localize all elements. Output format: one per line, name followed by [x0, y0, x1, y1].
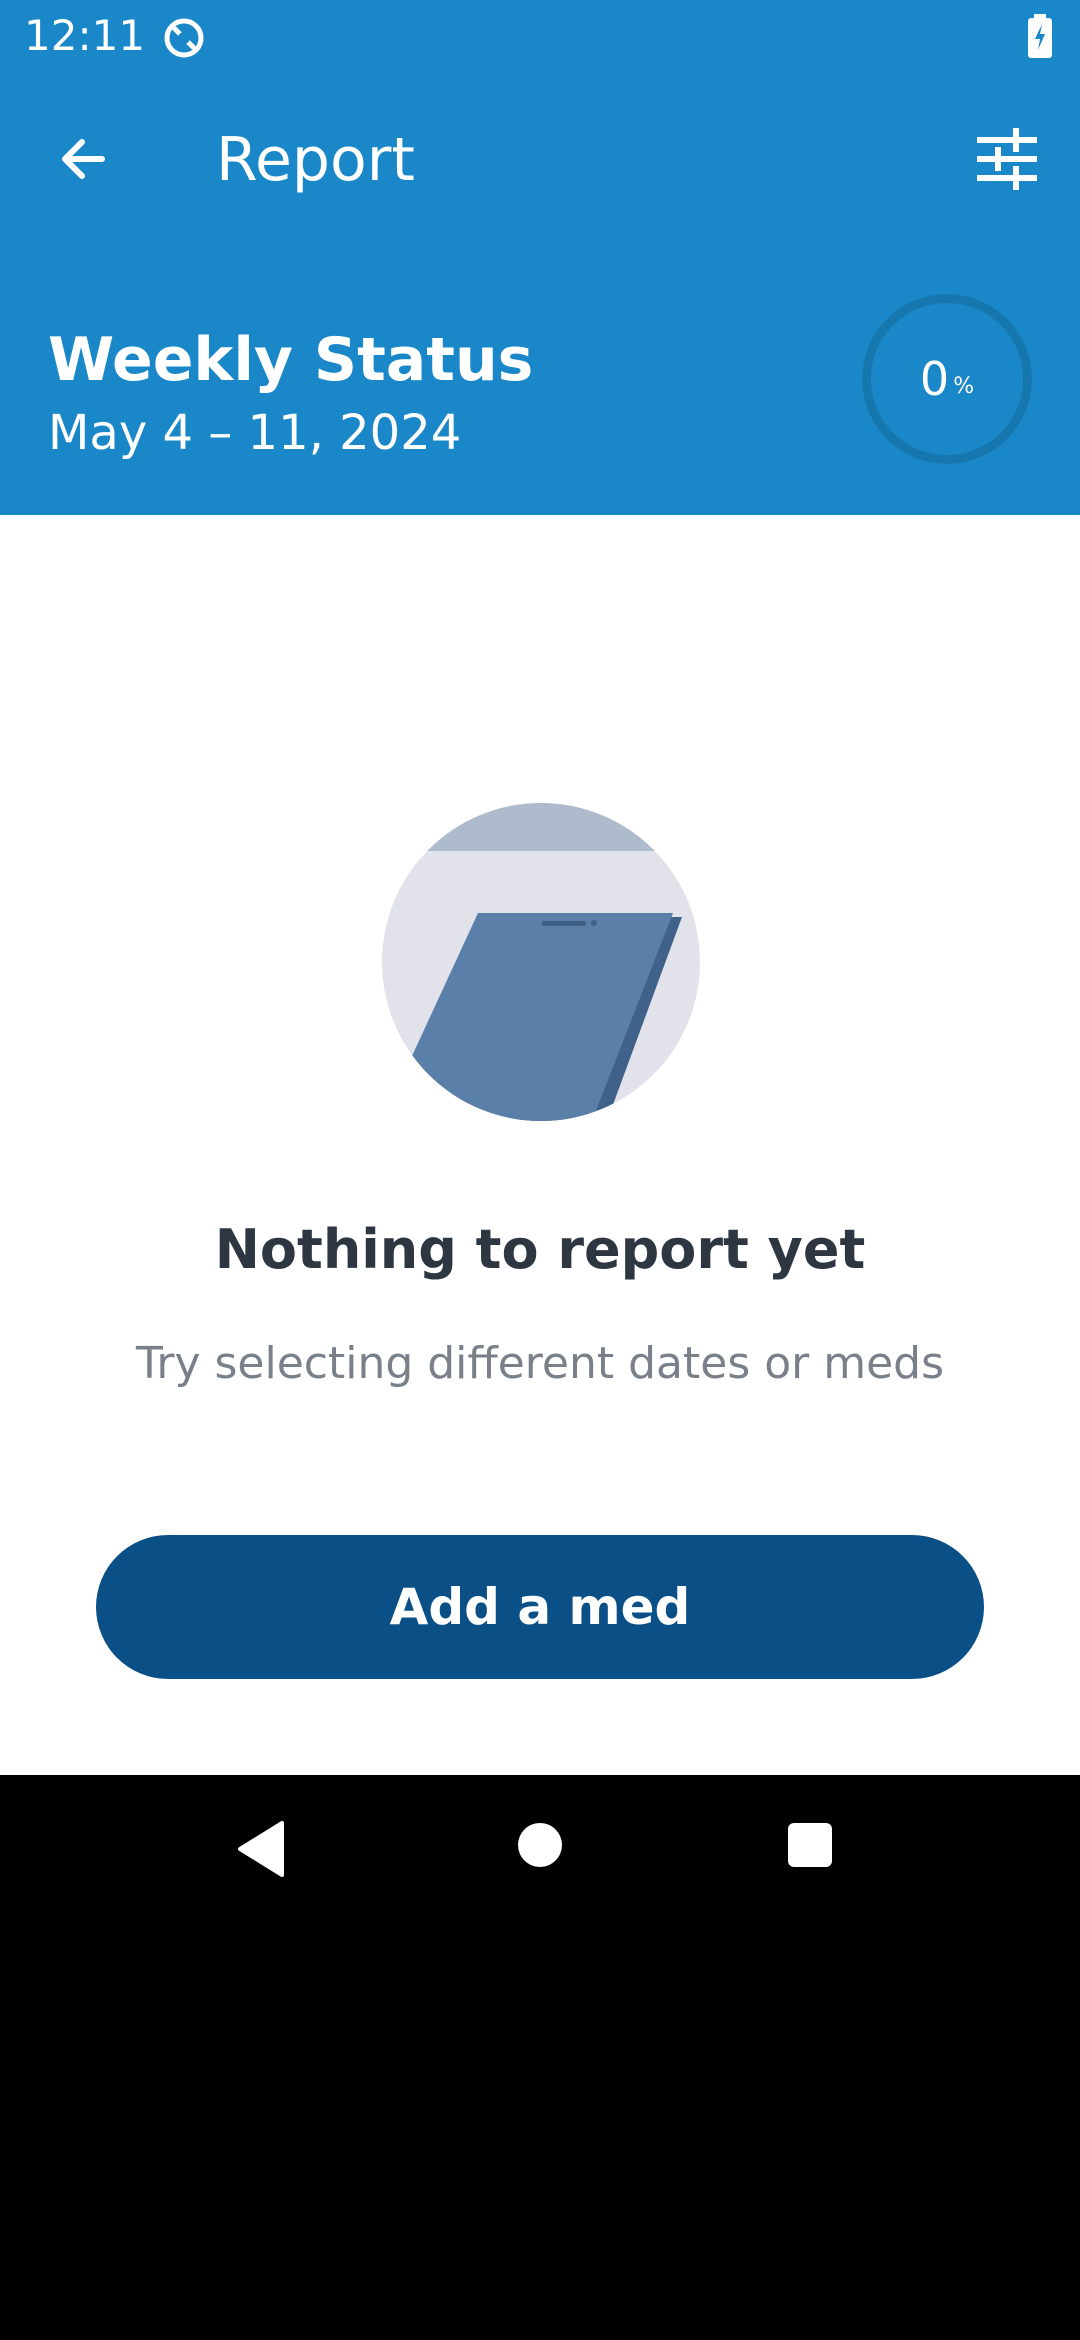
phone-illustration: [382, 803, 700, 1121]
rotate-sync-icon: [164, 18, 204, 58]
progress-unit: %: [953, 373, 975, 399]
status-bar: 12:11: [0, 0, 1080, 72]
main-content: Nothing to report yet Try selecting diff…: [0, 515, 1080, 1775]
nav-back-icon[interactable]: [236, 1819, 292, 1879]
arrow-left-icon[interactable]: [40, 116, 126, 202]
nav-home-icon[interactable]: [518, 1823, 562, 1867]
status-time: 12:11: [24, 11, 146, 60]
report-screen: 12:11 Report Weekly Status May 4 – 11, 2…: [0, 0, 1080, 2340]
navigation-bar: [0, 1775, 1080, 1920]
page-title: Report: [216, 125, 415, 195]
battery-charging-icon: [1028, 14, 1052, 58]
add-med-button[interactable]: Add a med: [96, 1535, 984, 1679]
progress-ring: 0 %: [862, 294, 1032, 464]
empty-state-title: Nothing to report yet: [214, 1218, 866, 1281]
progress-percent: 0 %: [871, 303, 1023, 455]
empty-state-subtitle: Try selecting different dates or meds: [135, 1338, 945, 1389]
app-toolbar: Report: [0, 72, 1080, 242]
nav-recents-icon[interactable]: [788, 1823, 832, 1867]
weekly-status-header: Weekly Status May 4 – 11, 2024 0 %: [0, 242, 1080, 515]
date-range[interactable]: May 4 – 11, 2024: [48, 402, 461, 464]
tune-sliders-icon[interactable]: [964, 116, 1050, 202]
weekly-status-title: Weekly Status: [48, 325, 534, 395]
progress-value: 0: [919, 352, 950, 406]
